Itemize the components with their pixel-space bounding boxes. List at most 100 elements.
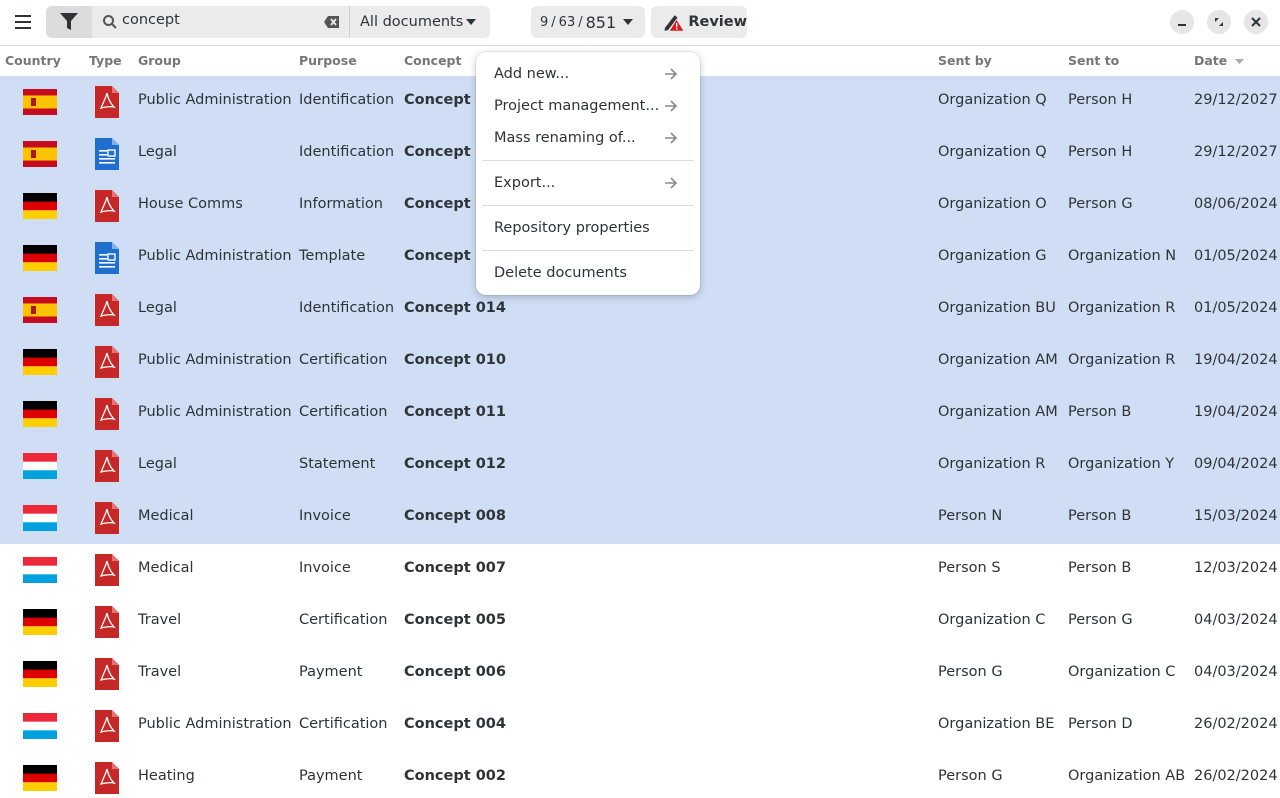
cell-sent-by: Person S xyxy=(938,560,1001,576)
cell-purpose: Certification xyxy=(299,716,388,732)
column-header-sent-to[interactable]: Sent to xyxy=(1068,53,1119,68)
country-flag-icon xyxy=(23,453,57,479)
menu-item-add-new[interactable]: Add new... xyxy=(482,58,694,90)
cell-sent-to: Person H xyxy=(1068,92,1133,108)
country-flag-icon xyxy=(23,297,57,323)
cell-sent-by: Organization BE xyxy=(938,716,1055,732)
arrow-right-icon xyxy=(665,68,678,80)
filtered-count: 63 xyxy=(558,14,576,30)
scope-dropdown[interactable]: All documents xyxy=(350,6,490,38)
menu-icon xyxy=(15,15,31,29)
column-header-sent-by[interactable]: Sent by xyxy=(938,53,992,68)
table-row[interactable]: Medical Invoice Concept 007 Person S Person … xyxy=(0,544,1280,596)
close-button[interactable] xyxy=(1244,10,1268,34)
table-row[interactable]: Medical Invoice Concept 008 Person N Person … xyxy=(0,492,1280,544)
chevron-down-icon xyxy=(623,19,633,25)
cell-purpose: Identification xyxy=(299,92,395,108)
column-header-purpose[interactable]: Purpose xyxy=(299,53,357,68)
country-flag-icon xyxy=(23,505,57,531)
sort-descending-icon xyxy=(1235,59,1245,64)
filter-icon xyxy=(60,13,78,30)
minimize-button[interactable] xyxy=(1170,10,1194,34)
country-flag-icon xyxy=(23,401,57,427)
column-header-date[interactable]: Date xyxy=(1194,53,1245,68)
cell-concept: Concept 004 xyxy=(404,716,506,732)
cell-purpose: Payment xyxy=(299,768,363,784)
table-row[interactable]: Travel Payment Concept 006 Person G Organiza… xyxy=(0,648,1280,700)
cell-purpose: Certification xyxy=(299,612,388,628)
cell-group: Public Administration xyxy=(138,248,292,264)
search-toolbar: concept All documents xyxy=(46,6,490,38)
cell-concept: Concept 002 xyxy=(404,768,506,784)
arrow-right-icon xyxy=(665,132,678,144)
cell-purpose: Payment xyxy=(299,664,363,680)
minimize-icon xyxy=(1178,24,1186,26)
cell-concept: Concept 011 xyxy=(404,404,506,420)
maximize-button[interactable] xyxy=(1207,10,1231,34)
pdf-file-icon xyxy=(95,606,119,638)
cell-concept: Concept 008 xyxy=(404,508,506,524)
review-label: Review xyxy=(688,14,747,30)
cell-date: 04/03/2024 xyxy=(1194,664,1278,680)
cell-sent-by: Person G xyxy=(938,664,1003,680)
cell-purpose: Identification xyxy=(299,300,395,316)
pdf-file-icon xyxy=(95,294,119,326)
cell-concept: Concept 014 xyxy=(404,300,506,316)
cell-group: Public Administration xyxy=(138,404,292,420)
menu-separator xyxy=(482,250,694,251)
column-header-group[interactable]: Group xyxy=(138,53,181,68)
column-header-type[interactable]: Type xyxy=(89,53,122,68)
cell-sent-to: Person B xyxy=(1068,560,1132,576)
counter-separator: / xyxy=(551,14,556,30)
selected-count: 9 xyxy=(540,14,549,30)
search-input[interactable]: concept xyxy=(92,6,350,38)
cell-group: Legal xyxy=(138,456,177,472)
chevron-down-icon xyxy=(466,19,476,25)
table-row[interactable]: Travel Certification Concept 005 Organizati… xyxy=(0,596,1280,648)
country-flag-icon xyxy=(23,193,57,219)
pdf-file-icon xyxy=(95,86,119,118)
search-input-value[interactable]: concept xyxy=(122,12,180,28)
pdf-file-icon xyxy=(95,398,119,430)
menu-item-export[interactable]: Export... xyxy=(482,167,694,199)
cell-purpose: Invoice xyxy=(299,508,351,524)
filter-toggle-button[interactable] xyxy=(46,6,92,38)
column-header-country[interactable]: Country xyxy=(5,53,61,68)
pdf-file-icon xyxy=(95,502,119,534)
selection-counter-button[interactable]: 9 / 63 / 851 xyxy=(531,6,645,38)
pdf-file-icon xyxy=(95,450,119,482)
cell-group: Public Administration xyxy=(138,352,292,368)
cell-concept: Concept 010 xyxy=(404,352,506,368)
menu-item-delete-documents[interactable]: Delete documents xyxy=(482,257,694,289)
cell-group: Travel xyxy=(138,612,182,628)
cell-date: 26/02/2024 xyxy=(1194,768,1278,784)
cell-date: 26/02/2024 xyxy=(1194,716,1278,732)
menu-item-project-management[interactable]: Project management... xyxy=(482,90,694,122)
search-icon xyxy=(103,15,117,29)
cell-purpose: Invoice xyxy=(299,560,351,576)
review-button[interactable]: Review xyxy=(651,6,747,38)
table-row[interactable]: Legal Statement Concept 012 Organization R O… xyxy=(0,440,1280,492)
cell-sent-by: Organization Q xyxy=(938,92,1047,108)
close-icon xyxy=(1251,17,1261,27)
main-menu-button[interactable] xyxy=(8,6,38,38)
cell-date: 04/03/2024 xyxy=(1194,612,1278,628)
country-flag-icon xyxy=(23,661,57,687)
cell-sent-to: Person D xyxy=(1068,716,1133,732)
table-row[interactable]: Public Administration Certification Concep… xyxy=(0,336,1280,388)
cell-sent-by: Organization BU xyxy=(938,300,1056,316)
table-row[interactable]: Public Administration Certification Concep… xyxy=(0,700,1280,752)
cell-concept: Concept 0 xyxy=(404,196,486,212)
cell-sent-by: Organization G xyxy=(938,248,1047,264)
clear-icon[interactable] xyxy=(323,14,341,30)
table-row[interactable]: Heating Payment Concept 002 Person G Organiz… xyxy=(0,752,1280,798)
table-row[interactable]: Public Administration Certification Concep… xyxy=(0,388,1280,440)
cell-group: House Comms xyxy=(138,196,243,212)
menu-item-label: Project management... xyxy=(494,98,660,114)
cell-sent-to: Organization C xyxy=(1068,664,1176,680)
cell-date: 29/12/2027 xyxy=(1194,144,1278,160)
pdf-file-icon xyxy=(95,190,119,222)
column-header-concept[interactable]: Concept xyxy=(404,53,461,68)
menu-item-repository-properties[interactable]: Repository properties xyxy=(482,212,694,244)
menu-item-mass-renaming-of[interactable]: Mass renaming of... xyxy=(482,122,694,154)
